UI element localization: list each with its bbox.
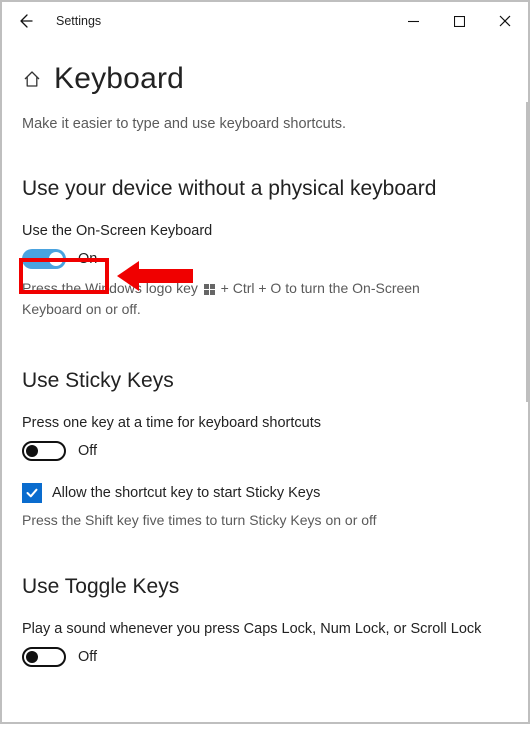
window-title: Settings xyxy=(42,14,101,28)
minimize-button[interactable] xyxy=(390,4,436,38)
osk-helper-text: Press the Windows logo key + Ctrl + O to… xyxy=(22,279,482,319)
content-area: Keyboard Make it easier to type and use … xyxy=(2,40,528,732)
togglekeys-label: Play a sound whenever you press Caps Loc… xyxy=(22,621,508,637)
section-heading-togglekeys: Use Toggle Keys xyxy=(22,575,508,599)
windows-logo-icon xyxy=(204,281,215,300)
osk-label: Use the On-Screen Keyboard xyxy=(22,223,508,239)
section-heading-physical: Use your device without a physical keybo… xyxy=(22,177,508,201)
scrollbar-thumb[interactable] xyxy=(526,102,529,402)
sticky-shortcut-row: Allow the shortcut key to start Sticky K… xyxy=(22,483,508,503)
sticky-toggle-label: Press one key at a time for keyboard sho… xyxy=(22,415,508,431)
check-icon xyxy=(25,486,39,500)
maximize-button[interactable] xyxy=(436,4,482,38)
sticky-toggle-state: Off xyxy=(78,443,97,459)
sticky-shortcut-checkbox[interactable] xyxy=(22,483,42,503)
togglekeys-toggle-row: Off xyxy=(22,647,508,667)
page-title: Keyboard xyxy=(54,62,184,96)
minimize-icon xyxy=(408,16,419,27)
page-header: Keyboard xyxy=(22,62,508,96)
page-subtitle: Make it easier to type and use keyboard … xyxy=(22,116,508,132)
back-button[interactable] xyxy=(8,4,42,38)
osk-toggle-row: On xyxy=(22,249,508,269)
osk-toggle-state: On xyxy=(78,251,97,267)
osk-toggle[interactable] xyxy=(22,249,66,269)
maximize-icon xyxy=(454,16,465,27)
togglekeys-toggle[interactable] xyxy=(22,647,66,667)
sticky-helper-text: Press the Shift key five times to turn S… xyxy=(22,511,482,530)
togglekeys-toggle-state: Off xyxy=(78,649,97,665)
close-button[interactable] xyxy=(482,4,528,38)
title-bar: Settings xyxy=(2,2,528,40)
sticky-toggle[interactable] xyxy=(22,441,66,461)
section-heading-sticky: Use Sticky Keys xyxy=(22,369,508,393)
back-arrow-icon xyxy=(16,12,34,30)
home-icon[interactable] xyxy=(22,69,42,89)
sticky-shortcut-label: Allow the shortcut key to start Sticky K… xyxy=(52,485,320,501)
sticky-toggle-row: Off xyxy=(22,441,508,461)
close-icon xyxy=(499,15,511,27)
